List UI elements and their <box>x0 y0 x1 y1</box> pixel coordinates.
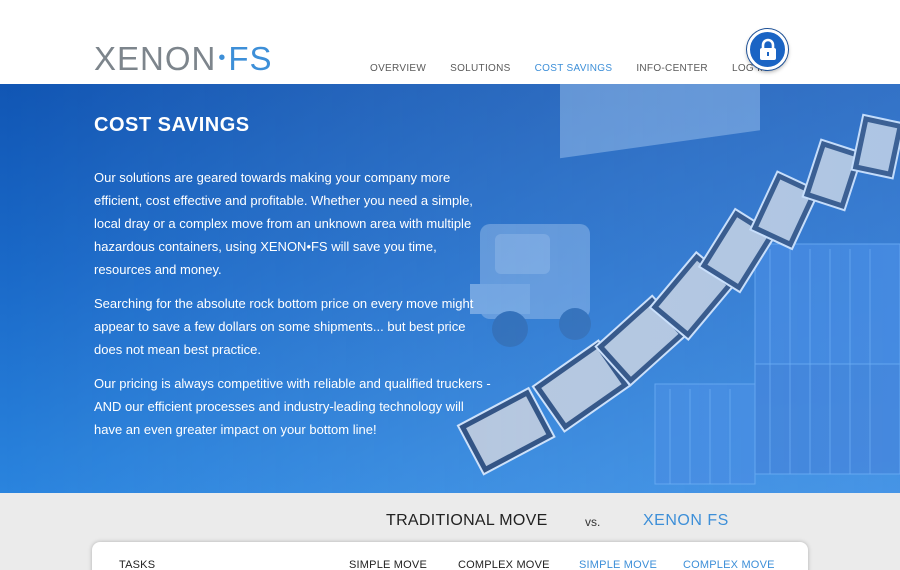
login-button[interactable] <box>747 29 788 70</box>
column-header-xenon-complex: COMPLEX MOVE <box>683 559 775 570</box>
logo-dot: • <box>218 47 227 69</box>
hero-paragraph: Searching for the absolute rock bottom p… <box>94 296 474 357</box>
lock-icon <box>759 38 776 60</box>
column-header-trad-complex: COMPLEX MOVE <box>458 559 550 570</box>
versus-label: vs. <box>585 515 601 529</box>
nav-overview[interactable]: OVERVIEW <box>370 63 426 74</box>
hero-banner: COST SAVINGS Our solutions are geared to… <box>0 84 900 493</box>
comparison-section: TRADITIONAL MOVE vs. XENON FS TASKS SIMP… <box>0 493 900 570</box>
nav-solutions[interactable]: SOLUTIONS <box>450 63 511 74</box>
main-nav: OVERVIEW SOLUTIONS COST SAVINGS INFO-CEN… <box>370 63 792 74</box>
hero-paragraph: Our pricing is always competitive with r… <box>94 376 491 437</box>
hero-body: Our solutions are geared towards making … <box>94 166 494 452</box>
logo-xenon: XENON <box>94 40 217 77</box>
nav-info-center[interactable]: INFO-CENTER <box>636 63 708 74</box>
hero-paragraph: Our solutions are geared towards making … <box>94 170 473 277</box>
logo-fs: FS <box>228 40 273 77</box>
nav-cost-savings[interactable]: COST SAVINGS <box>535 63 613 74</box>
site-header: XENON •FS OVERVIEW SOLUTIONS COST SAVINGS… <box>0 0 900 84</box>
comparison-table: TASKS SIMPLE MOVE COMPLEX MOVE SIMPLE MO… <box>92 542 808 570</box>
column-header-xenon-simple: SIMPLE MOVE <box>579 559 657 570</box>
site-logo[interactable]: XENON •FS <box>94 42 273 75</box>
page-title: COST SAVINGS <box>94 114 250 136</box>
xenon-fs-heading: XENON FS <box>643 512 729 529</box>
traditional-move-heading: TRADITIONAL MOVE <box>386 512 548 529</box>
column-header-tasks: TASKS <box>119 559 156 570</box>
column-header-trad-simple: SIMPLE MOVE <box>349 559 427 570</box>
